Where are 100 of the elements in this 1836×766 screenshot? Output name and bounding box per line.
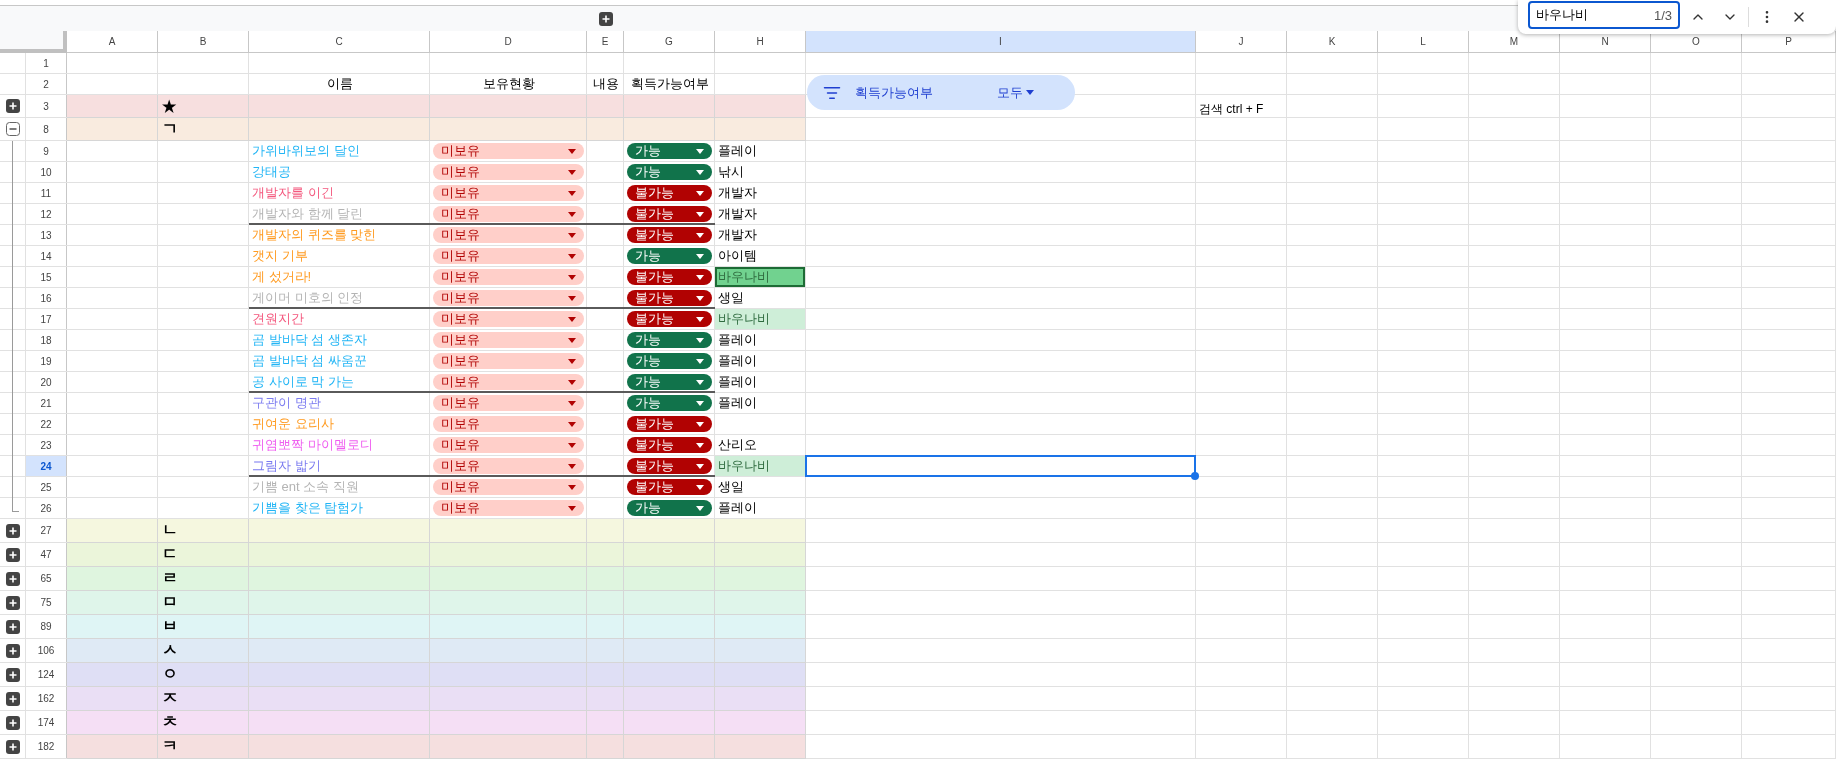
title-name: 귀염뽀짝 마이멜로디 <box>252 436 373 454</box>
column-header[interactable]: D <box>430 31 587 53</box>
expand-icon[interactable] <box>6 739 20 754</box>
note-cell-text: 플레이 <box>717 331 758 349</box>
caret-icon <box>568 442 576 448</box>
status-dropdown[interactable]: 미보유 <box>433 227 584 243</box>
column-header[interactable]: B <box>158 31 249 53</box>
expand-icon[interactable] <box>6 547 20 562</box>
availability-dropdown[interactable]: 불가능 <box>627 269 712 285</box>
caret-icon <box>696 358 704 364</box>
column-header[interactable]: M <box>1469 31 1560 53</box>
availability-dropdown[interactable]: 가능 <box>627 143 712 159</box>
status-dropdown[interactable]: 미보유 <box>433 332 584 348</box>
status-dropdown[interactable]: 미보유 <box>433 500 584 516</box>
title-name: 곰 발바닥 섬 싸움꾼 <box>252 352 367 370</box>
caret-icon <box>696 421 704 427</box>
status-dropdown[interactable]: 미보유 <box>433 479 584 495</box>
status-dropdown[interactable]: 미보유 <box>433 374 584 390</box>
filter-value[interactable]: 모두 <box>997 83 1034 102</box>
column-header[interactable]: I <box>806 31 1196 53</box>
filter-label: 획득가능여부 <box>855 83 934 102</box>
column-header[interactable]: H <box>715 31 806 53</box>
caret-icon <box>568 400 576 406</box>
caret-icon <box>696 232 704 238</box>
status-dropdown[interactable]: 미보유 <box>433 164 584 180</box>
caret-icon <box>568 232 576 238</box>
column-header[interactable]: J <box>1196 31 1287 53</box>
availability-dropdown[interactable]: 가능 <box>627 248 712 264</box>
selected-cell[interactable] <box>805 455 1196 477</box>
status-dropdown[interactable]: 미보유 <box>433 311 584 327</box>
row-number[interactable]: 24 <box>26 456 67 476</box>
note-cell-text: 플레이 <box>717 499 758 517</box>
availability-dropdown[interactable]: 가능 <box>627 500 712 516</box>
group-label: ★ <box>161 96 176 116</box>
caret-icon <box>696 295 704 301</box>
group-label: ㄷ <box>161 544 178 564</box>
title-name: 게이머 미호의 인정 <box>252 289 364 307</box>
expand-icon[interactable] <box>6 523 20 538</box>
status-dropdown[interactable]: 미보유 <box>433 437 584 453</box>
expand-icon[interactable] <box>6 667 20 682</box>
title-name: 귀여운 요리사 <box>252 415 334 433</box>
availability-dropdown[interactable]: 가능 <box>627 332 712 348</box>
column-header[interactable]: G <box>624 31 715 53</box>
column-header[interactable]: L <box>1378 31 1469 53</box>
status-dropdown[interactable]: 미보유 <box>433 395 584 411</box>
title-name: 기쁨 ent 소속 직원 <box>252 478 359 496</box>
header-cell: 이름 <box>326 75 353 93</box>
status-dropdown[interactable]: 미보유 <box>433 248 584 264</box>
availability-dropdown[interactable]: 불가능 <box>627 185 712 201</box>
group-label: ㅂ <box>161 616 178 636</box>
availability-dropdown[interactable]: 불가능 <box>627 479 712 495</box>
availability-dropdown[interactable]: 불가능 <box>627 458 712 474</box>
availability-dropdown[interactable]: 불가능 <box>627 290 712 306</box>
title-name: 개발자를 이긴 <box>252 184 334 202</box>
expand-icon[interactable] <box>598 11 613 26</box>
status-dropdown[interactable]: 미보유 <box>433 290 584 306</box>
expand-icon[interactable] <box>6 99 20 113</box>
availability-dropdown[interactable]: 가능 <box>627 395 712 411</box>
status-dropdown[interactable]: 미보유 <box>433 353 584 369</box>
expand-icon[interactable] <box>6 715 20 730</box>
caret-icon <box>696 463 704 469</box>
note-cell-text: 생일 <box>717 289 745 307</box>
note-cell-text: 플레이 <box>717 142 758 160</box>
caret-icon <box>696 211 704 217</box>
status-dropdown[interactable]: 미보유 <box>433 143 584 159</box>
expand-icon[interactable] <box>6 691 20 706</box>
column-header[interactable]: C <box>249 31 430 53</box>
availability-dropdown[interactable]: 가능 <box>627 353 712 369</box>
caret-icon <box>696 274 704 280</box>
caret-icon <box>568 190 576 196</box>
status-dropdown[interactable]: 미보유 <box>433 416 584 432</box>
collapse-icon[interactable] <box>6 122 20 136</box>
status-dropdown[interactable]: 미보유 <box>433 185 584 201</box>
availability-dropdown[interactable]: 가능 <box>627 374 712 390</box>
column-header[interactable]: E <box>587 31 624 53</box>
expand-icon[interactable] <box>6 595 20 610</box>
group-label: ㄴ <box>161 520 178 540</box>
availability-dropdown[interactable]: 가능 <box>627 164 712 180</box>
availability-dropdown[interactable]: 불가능 <box>627 416 712 432</box>
caret-icon <box>568 358 576 364</box>
fill-handle[interactable] <box>1191 472 1199 480</box>
status-dropdown[interactable]: 미보유 <box>433 269 584 285</box>
caret-icon <box>696 400 704 406</box>
availability-dropdown[interactable]: 불가능 <box>627 206 712 222</box>
expand-icon[interactable] <box>6 619 20 634</box>
caret-icon <box>696 316 704 322</box>
column-header[interactable]: A <box>67 31 158 53</box>
filter-chip[interactable]: 획득가능여부 모두 <box>807 75 1075 110</box>
column-header[interactable]: K <box>1287 31 1378 53</box>
caret-icon <box>568 316 576 322</box>
status-dropdown[interactable]: 미보유 <box>433 458 584 474</box>
caret-icon <box>696 505 704 511</box>
availability-dropdown[interactable]: 불가능 <box>627 227 712 243</box>
expand-icon[interactable] <box>6 571 20 586</box>
title-name: 공 사이로 막 가는 <box>252 373 354 391</box>
match-count: 1/3 <box>1653 8 1672 23</box>
status-dropdown[interactable]: 미보유 <box>433 206 584 222</box>
availability-dropdown[interactable]: 불가능 <box>627 437 712 453</box>
availability-dropdown[interactable]: 불가능 <box>627 311 712 327</box>
expand-icon[interactable] <box>6 643 20 658</box>
